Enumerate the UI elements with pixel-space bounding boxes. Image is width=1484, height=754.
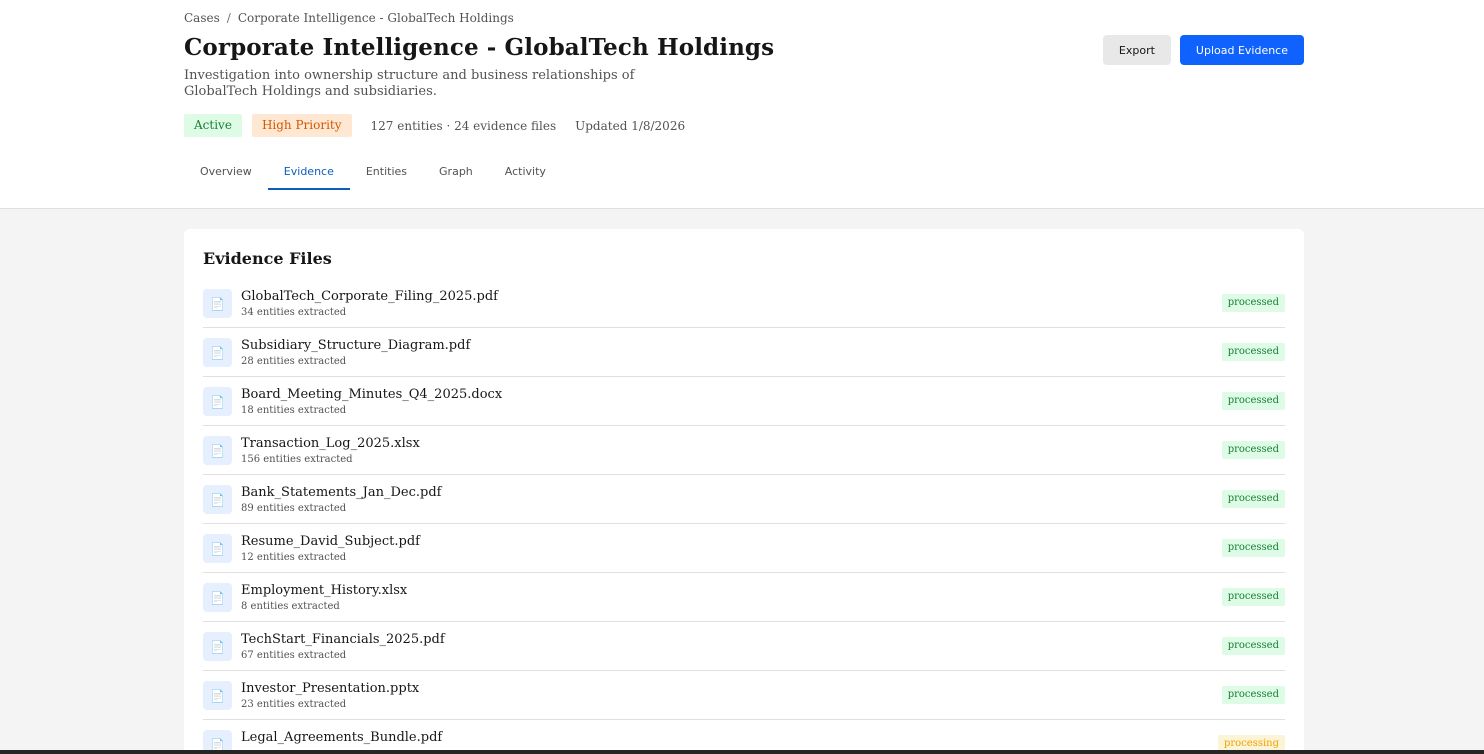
status-badge: processed — [1221, 539, 1285, 557]
export-button[interactable]: Export — [1102, 35, 1171, 65]
file-name[interactable]: Bank_Statements_Jan_Dec.pdf — [241, 485, 441, 500]
status-badge: processed — [1221, 441, 1285, 459]
status-badge: processed — [1221, 294, 1285, 312]
page-title: Corporate Intelligence - GlobalTech Hold… — [184, 34, 775, 61]
breadcrumb-current: Corporate Intelligence - GlobalTech Hold… — [237, 11, 514, 25]
header-actions: Export Upload Evidence — [1102, 35, 1304, 65]
status-badge: Active — [184, 114, 242, 137]
file-name[interactable]: Subsidiary_Structure_Diagram.pdf — [241, 338, 470, 353]
list-item[interactable]: 📄 Resume_David_Subject.pdf 12 entities e… — [203, 524, 1285, 573]
breadcrumb-cases-link[interactable]: Cases — [184, 11, 220, 25]
document-icon: 📄 — [203, 632, 232, 661]
file-name[interactable]: TechStart_Financials_2025.pdf — [241, 632, 445, 647]
list-item[interactable]: 📄 Transaction_Log_2025.xlsx 156 entities… — [203, 426, 1285, 475]
tab-graph[interactable]: Graph — [423, 154, 489, 190]
list-item[interactable]: 📄 Legal_Agreements_Bundle.pdf processing — [203, 720, 1285, 754]
document-icon: 📄 — [203, 387, 232, 416]
list-item[interactable]: 📄 TechStart_Financials_2025.pdf 67 entit… — [203, 622, 1285, 671]
status-badge: processed — [1221, 588, 1285, 606]
file-name[interactable]: Transaction_Log_2025.xlsx — [241, 436, 420, 451]
list-item[interactable]: 📄 Bank_Statements_Jan_Dec.pdf 89 entitie… — [203, 475, 1285, 524]
document-icon: 📄 — [203, 681, 232, 710]
case-updated: Updated 1/8/2026 — [575, 118, 686, 133]
file-entities-count: 23 entities extracted — [241, 699, 347, 710]
case-meta: Active High Priority 127 entities · 24 e… — [184, 114, 685, 137]
tab-activity[interactable]: Activity — [489, 154, 562, 190]
evidence-file-list: 📄 GlobalTech_Corporate_Filing_2025.pdf 3… — [203, 279, 1285, 754]
case-header-inner: Cases / Corporate Intelligence - GlobalT… — [184, 0, 1304, 208]
priority-badge: High Priority — [251, 114, 352, 137]
file-entities-count: 12 entities extracted — [241, 552, 347, 563]
list-item[interactable]: 📄 Employment_History.xlsx 8 entities ext… — [203, 573, 1285, 622]
case-tabs: Overview Evidence Entities Graph Activit… — [184, 154, 562, 190]
tab-evidence[interactable]: Evidence — [267, 154, 350, 190]
document-icon: 📄 — [203, 534, 232, 563]
file-entities-count: 67 entities extracted — [241, 650, 347, 661]
tab-overview[interactable]: Overview — [184, 154, 268, 190]
document-icon: 📄 — [203, 485, 232, 514]
case-counts: 127 entities · 24 evidence files — [370, 118, 557, 133]
document-icon: 📄 — [203, 289, 232, 318]
status-badge: processed — [1221, 686, 1285, 704]
file-entities-count: 28 entities extracted — [241, 356, 347, 367]
upload-evidence-button[interactable]: Upload Evidence — [1179, 35, 1304, 65]
case-header: Cases / Corporate Intelligence - GlobalT… — [0, 0, 1484, 209]
file-name[interactable]: Legal_Agreements_Bundle.pdf — [241, 730, 442, 745]
case-description: Investigation into ownership structure a… — [184, 68, 635, 99]
bottom-edge-bar — [0, 750, 1484, 754]
file-entities-count: 18 entities extracted — [241, 405, 347, 416]
file-entities-count: 156 entities extracted — [241, 454, 353, 465]
breadcrumb-separator: / — [226, 11, 231, 25]
tab-entities[interactable]: Entities — [350, 154, 423, 190]
document-icon: 📄 — [203, 583, 232, 612]
status-badge: processed — [1221, 343, 1285, 361]
file-name[interactable]: Board_Meeting_Minutes_Q4_2025.docx — [241, 387, 502, 402]
file-name[interactable]: Investor_Presentation.pptx — [241, 681, 419, 696]
file-entities-count: 8 entities extracted — [241, 601, 340, 612]
document-icon: 📄 — [203, 436, 232, 465]
file-name[interactable]: Employment_History.xlsx — [241, 583, 407, 598]
list-item[interactable]: 📄 Board_Meeting_Minutes_Q4_2025.docx 18 … — [203, 377, 1285, 426]
document-icon: 📄 — [203, 338, 232, 367]
file-entities-count: 89 entities extracted — [241, 503, 347, 514]
evidence-files-title: Evidence Files — [203, 249, 332, 268]
breadcrumb: Cases / Corporate Intelligence - GlobalT… — [184, 11, 514, 25]
evidence-panel: Evidence Files 📄 GlobalTech_Corporate_Fi… — [184, 229, 1304, 754]
status-badge: processed — [1221, 637, 1285, 655]
list-item[interactable]: 📄 Investor_Presentation.pptx 23 entities… — [203, 671, 1285, 720]
file-entities-count: 34 entities extracted — [241, 307, 347, 318]
file-name[interactable]: Resume_David_Subject.pdf — [241, 534, 420, 549]
list-item[interactable]: 📄 Subsidiary_Structure_Diagram.pdf 28 en… — [203, 328, 1285, 377]
file-name[interactable]: GlobalTech_Corporate_Filing_2025.pdf — [241, 289, 498, 304]
status-badge: processed — [1221, 490, 1285, 508]
status-badge: processed — [1221, 392, 1285, 410]
list-item[interactable]: 📄 GlobalTech_Corporate_Filing_2025.pdf 3… — [203, 279, 1285, 328]
